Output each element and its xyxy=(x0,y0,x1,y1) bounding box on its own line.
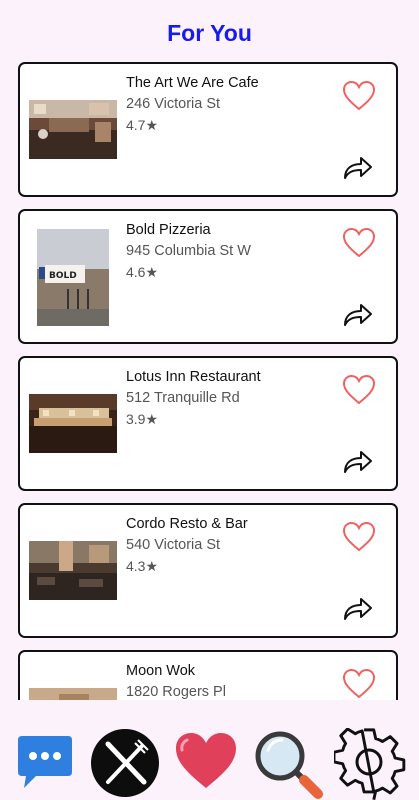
restaurant-list[interactable]: The Art We Are Cafe 246 Victoria St 4.7★… xyxy=(18,62,398,700)
restaurant-name: Cordo Resto & Bar xyxy=(126,516,248,532)
restaurant-card[interactable]: The Art We Are Cafe 246 Victoria St 4.7★ xyxy=(18,62,398,197)
restaurant-photo xyxy=(29,541,117,600)
page-title: For You xyxy=(167,20,252,46)
share-arrow-icon[interactable] xyxy=(342,155,374,181)
share-arrow-icon[interactable] xyxy=(342,302,374,328)
gear-icon[interactable] xyxy=(334,728,406,800)
restaurant-name: Moon Wok xyxy=(126,663,196,679)
fork-knife-icon[interactable] xyxy=(90,728,160,798)
restaurant-card[interactable]: BOLD Bold Pizzeria 945 Columbia St W 4.6… xyxy=(18,209,398,344)
restaurant-name: Lotus Inn Restaurant xyxy=(126,369,261,385)
restaurant-address: 945 Columbia St W xyxy=(126,243,251,259)
restaurant-rating: 3.9★ xyxy=(126,411,159,427)
restaurant-card[interactable]: Cordo Resto & Bar 540 Victoria St 4.3★ xyxy=(18,503,398,638)
bottom-navigation xyxy=(0,700,419,800)
favorite-heart-icon[interactable] xyxy=(342,521,376,553)
share-arrow-icon[interactable] xyxy=(342,596,374,622)
chat-bubble-icon[interactable] xyxy=(14,730,76,792)
svg-text:BOLD: BOLD xyxy=(49,271,77,281)
restaurant-rating: 4.7★ xyxy=(126,117,159,133)
restaurant-address: 540 Victoria St xyxy=(126,537,221,553)
restaurant-rating: 4.6★ xyxy=(126,264,159,280)
restaurant-photo xyxy=(29,688,117,700)
restaurant-address: 512 Tranquille Rd xyxy=(126,390,240,406)
favorite-heart-icon[interactable] xyxy=(342,227,376,259)
heart-icon[interactable] xyxy=(173,730,239,792)
restaurant-photo xyxy=(29,100,117,159)
restaurant-card[interactable]: Lotus Inn Restaurant 512 Tranquille Rd 3… xyxy=(18,356,398,491)
favorite-heart-icon[interactable] xyxy=(342,668,376,700)
favorite-heart-icon[interactable] xyxy=(342,374,376,406)
restaurant-photo xyxy=(29,394,117,453)
share-arrow-icon[interactable] xyxy=(342,449,374,475)
restaurant-address: 246 Victoria St xyxy=(126,96,221,112)
magnifier-icon[interactable] xyxy=(252,728,324,800)
restaurant-rating: 4.3★ xyxy=(126,558,159,574)
restaurant-card[interactable]: Moon Wok 1820 Rogers Pl xyxy=(18,650,398,700)
restaurant-photo: BOLD xyxy=(37,229,109,326)
restaurant-name: The Art We Are Cafe xyxy=(126,75,259,91)
restaurant-name: Bold Pizzeria xyxy=(126,222,211,238)
favorite-heart-icon[interactable] xyxy=(342,80,376,112)
restaurant-address: 1820 Rogers Pl xyxy=(126,684,226,700)
